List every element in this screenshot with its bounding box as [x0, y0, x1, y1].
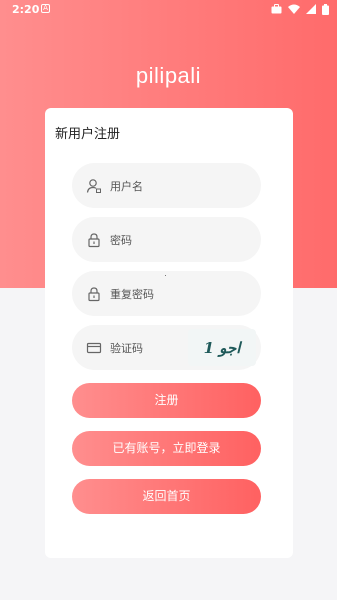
divider-dot	[165, 275, 166, 276]
lock-icon	[88, 286, 100, 301]
captcha-image[interactable]: 1 اجو	[188, 329, 256, 366]
briefcase-icon	[271, 4, 282, 14]
confirm-password-placeholder: 重复密码	[110, 287, 154, 301]
signal-icon	[306, 4, 316, 14]
confirm-password-field[interactable]: 重复密码	[72, 271, 261, 316]
user-icon	[86, 178, 101, 193]
login-link-button[interactable]: 已有账号，立即登录	[72, 431, 261, 466]
status-bar: 2:20 A	[0, 0, 337, 18]
register-card: 新用户注册 用户名 密码 重复密码 验证码 1 اجو 注册 已有账号，立即登录…	[45, 108, 293, 558]
card-icon	[86, 342, 102, 353]
captcha-field[interactable]: 验证码 1 اجو	[72, 325, 261, 370]
register-button[interactable]: 注册	[72, 383, 261, 418]
captcha-placeholder: 验证码	[110, 341, 143, 355]
app-title: pilipali	[135, 63, 202, 88]
battery-icon	[322, 3, 329, 15]
back-home-button[interactable]: 返回首页	[72, 479, 261, 514]
password-placeholder: 密码	[110, 233, 132, 247]
lock-icon	[88, 232, 100, 247]
wifi-icon	[288, 4, 300, 14]
password-field[interactable]: 密码	[72, 217, 261, 262]
status-icons	[271, 3, 329, 15]
status-time: 2:20	[12, 3, 40, 16]
username-placeholder: 用户名	[110, 179, 143, 193]
notification-icon: A	[41, 4, 50, 13]
username-field[interactable]: 用户名	[72, 163, 261, 208]
register-screen: 2:20 A pilipali 新用户注册 用户名 密码 重复密码 验证码 1 …	[0, 0, 337, 600]
form-title: 新用户注册	[55, 127, 121, 142]
